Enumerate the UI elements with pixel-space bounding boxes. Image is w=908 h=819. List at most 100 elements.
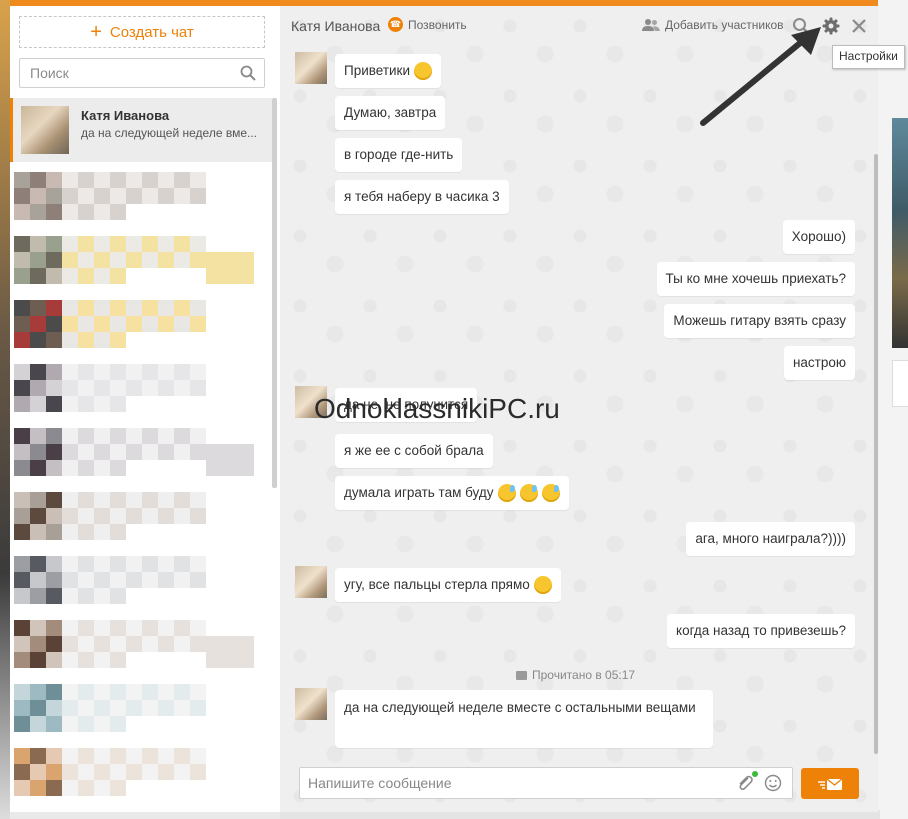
blur-pixel <box>46 524 62 540</box>
blur-pixel <box>78 556 94 572</box>
blur-pixel <box>94 620 110 636</box>
blur-pixel <box>206 748 222 764</box>
message-outgoing[interactable]: ага, много наиграла?)))) <box>686 522 855 556</box>
blur-pixel <box>94 780 110 796</box>
blur-pixel <box>62 252 78 268</box>
chat-list-item[interactable] <box>10 550 272 614</box>
search-icon[interactable] <box>240 65 256 81</box>
blur-pixel <box>126 236 142 252</box>
blur-pixel <box>126 492 142 508</box>
blur-pixel <box>206 428 222 444</box>
blur-pixel <box>62 508 78 524</box>
message-outgoing[interactable]: Хорошо) <box>782 220 855 254</box>
emoji-icon <box>533 576 552 595</box>
message-outgoing[interactable]: Можешь гитару взять сразу <box>664 304 855 338</box>
message-incoming[interactable]: я тебя наберу в часика 3 <box>335 180 509 214</box>
blur-pixel <box>174 332 190 348</box>
send-button[interactable] <box>801 768 859 799</box>
blur-pixel <box>30 300 46 316</box>
blur-pixel <box>222 236 238 252</box>
blur-pixel <box>222 300 238 316</box>
blur-pixel <box>30 316 46 332</box>
blur-pixel <box>222 716 238 732</box>
close-icon[interactable] <box>850 17 868 35</box>
blur-pixel <box>206 700 222 716</box>
blur-pixel <box>30 716 46 732</box>
chat-search-input[interactable] <box>20 59 240 87</box>
blur-pixel <box>62 268 78 284</box>
chat-list-item[interactable] <box>10 678 272 742</box>
blur-pixel <box>14 428 30 444</box>
message-incoming[interactable]: я же ее с собой брала <box>335 434 493 468</box>
message-incoming[interactable]: думала играть там буду <box>335 476 569 510</box>
blur-pixel <box>94 716 110 732</box>
blur-pixel <box>94 236 110 252</box>
blur-pixel <box>222 588 238 604</box>
blur-pixel <box>78 652 94 668</box>
blur-pixel <box>142 492 158 508</box>
message-incoming[interactable]: Думаю, завтра <box>335 96 446 130</box>
blur-pixel <box>110 620 126 636</box>
blur-pixel <box>46 316 62 332</box>
blur-pixel <box>174 588 190 604</box>
chat-list-item-active[interactable]: Катя Иванова да на следующей неделе вме.… <box>10 98 272 162</box>
message-incoming[interactable]: угу, все пальцы стерла прямо <box>335 568 561 602</box>
blur-pixel <box>142 172 158 188</box>
message-incoming[interactable]: Приветики <box>335 54 442 88</box>
chat-list-item-name: Катя Иванова <box>81 108 170 123</box>
blur-pixel <box>30 396 46 412</box>
blur-pixel <box>238 172 254 188</box>
blur-pixel <box>158 236 174 252</box>
blur-pixel <box>206 684 222 700</box>
chat-list-item[interactable] <box>10 486 272 550</box>
blur-pixel <box>94 636 110 652</box>
chat-list-item[interactable] <box>10 358 272 422</box>
conversation-scrollbar[interactable] <box>874 154 878 754</box>
chat-list-item[interactable] <box>10 422 272 486</box>
call-button[interactable]: ☎ Позвонить <box>388 17 467 32</box>
blur-pixel <box>206 508 222 524</box>
blur-pixel <box>94 428 110 444</box>
blur-pixel <box>238 316 254 332</box>
blur-pixel <box>142 652 158 668</box>
blur-pixel <box>174 380 190 396</box>
message-input[interactable] <box>300 768 736 798</box>
message-outgoing[interactable]: когда назад то привезешь? <box>667 614 855 648</box>
blur-pixel <box>14 236 30 252</box>
create-chat-button[interactable]: + Создать чат <box>19 16 265 48</box>
paperclip-icon[interactable] <box>736 774 754 792</box>
smiley-icon[interactable] <box>764 774 782 792</box>
blur-pixel <box>174 364 190 380</box>
blur-pixel <box>190 364 206 380</box>
blur-pixel <box>158 172 174 188</box>
chat-list-item[interactable] <box>10 742 272 806</box>
blur-pixel <box>126 204 142 220</box>
blur-pixel <box>46 172 62 188</box>
chat-list-scrollbar[interactable] <box>272 98 277 488</box>
blur-pixel <box>30 588 46 604</box>
blur-pixel <box>14 764 30 780</box>
blur-pixel <box>126 588 142 604</box>
blur-pixel <box>190 188 206 204</box>
chat-list-item[interactable] <box>10 166 272 230</box>
message-text: Хорошо) <box>791 229 846 244</box>
blur-pixel <box>78 764 94 780</box>
blur-pixel <box>142 364 158 380</box>
message-incoming[interactable]: да на следующей неделе вместе с остальны… <box>335 690 713 748</box>
blur-pixel <box>142 556 158 572</box>
chat-list-item[interactable] <box>10 230 272 294</box>
message-outgoing[interactable]: настрою <box>783 346 855 380</box>
blur-pixel <box>30 380 46 396</box>
create-chat-label: Создать чат <box>109 23 194 41</box>
blur-pixel <box>14 636 30 652</box>
blur-pixel <box>78 460 94 476</box>
message-outgoing[interactable]: Ты ко мне хочешь приехать? <box>656 262 855 296</box>
chat-list-item[interactable] <box>10 614 272 678</box>
blur-pixel <box>142 380 158 396</box>
blur-pixel <box>30 508 46 524</box>
blur-pixel <box>174 764 190 780</box>
blur-pixel <box>62 748 78 764</box>
blur-pixel <box>238 684 254 700</box>
chat-list-item[interactable] <box>10 294 272 358</box>
message-incoming[interactable]: в городе где-нить <box>335 138 463 172</box>
